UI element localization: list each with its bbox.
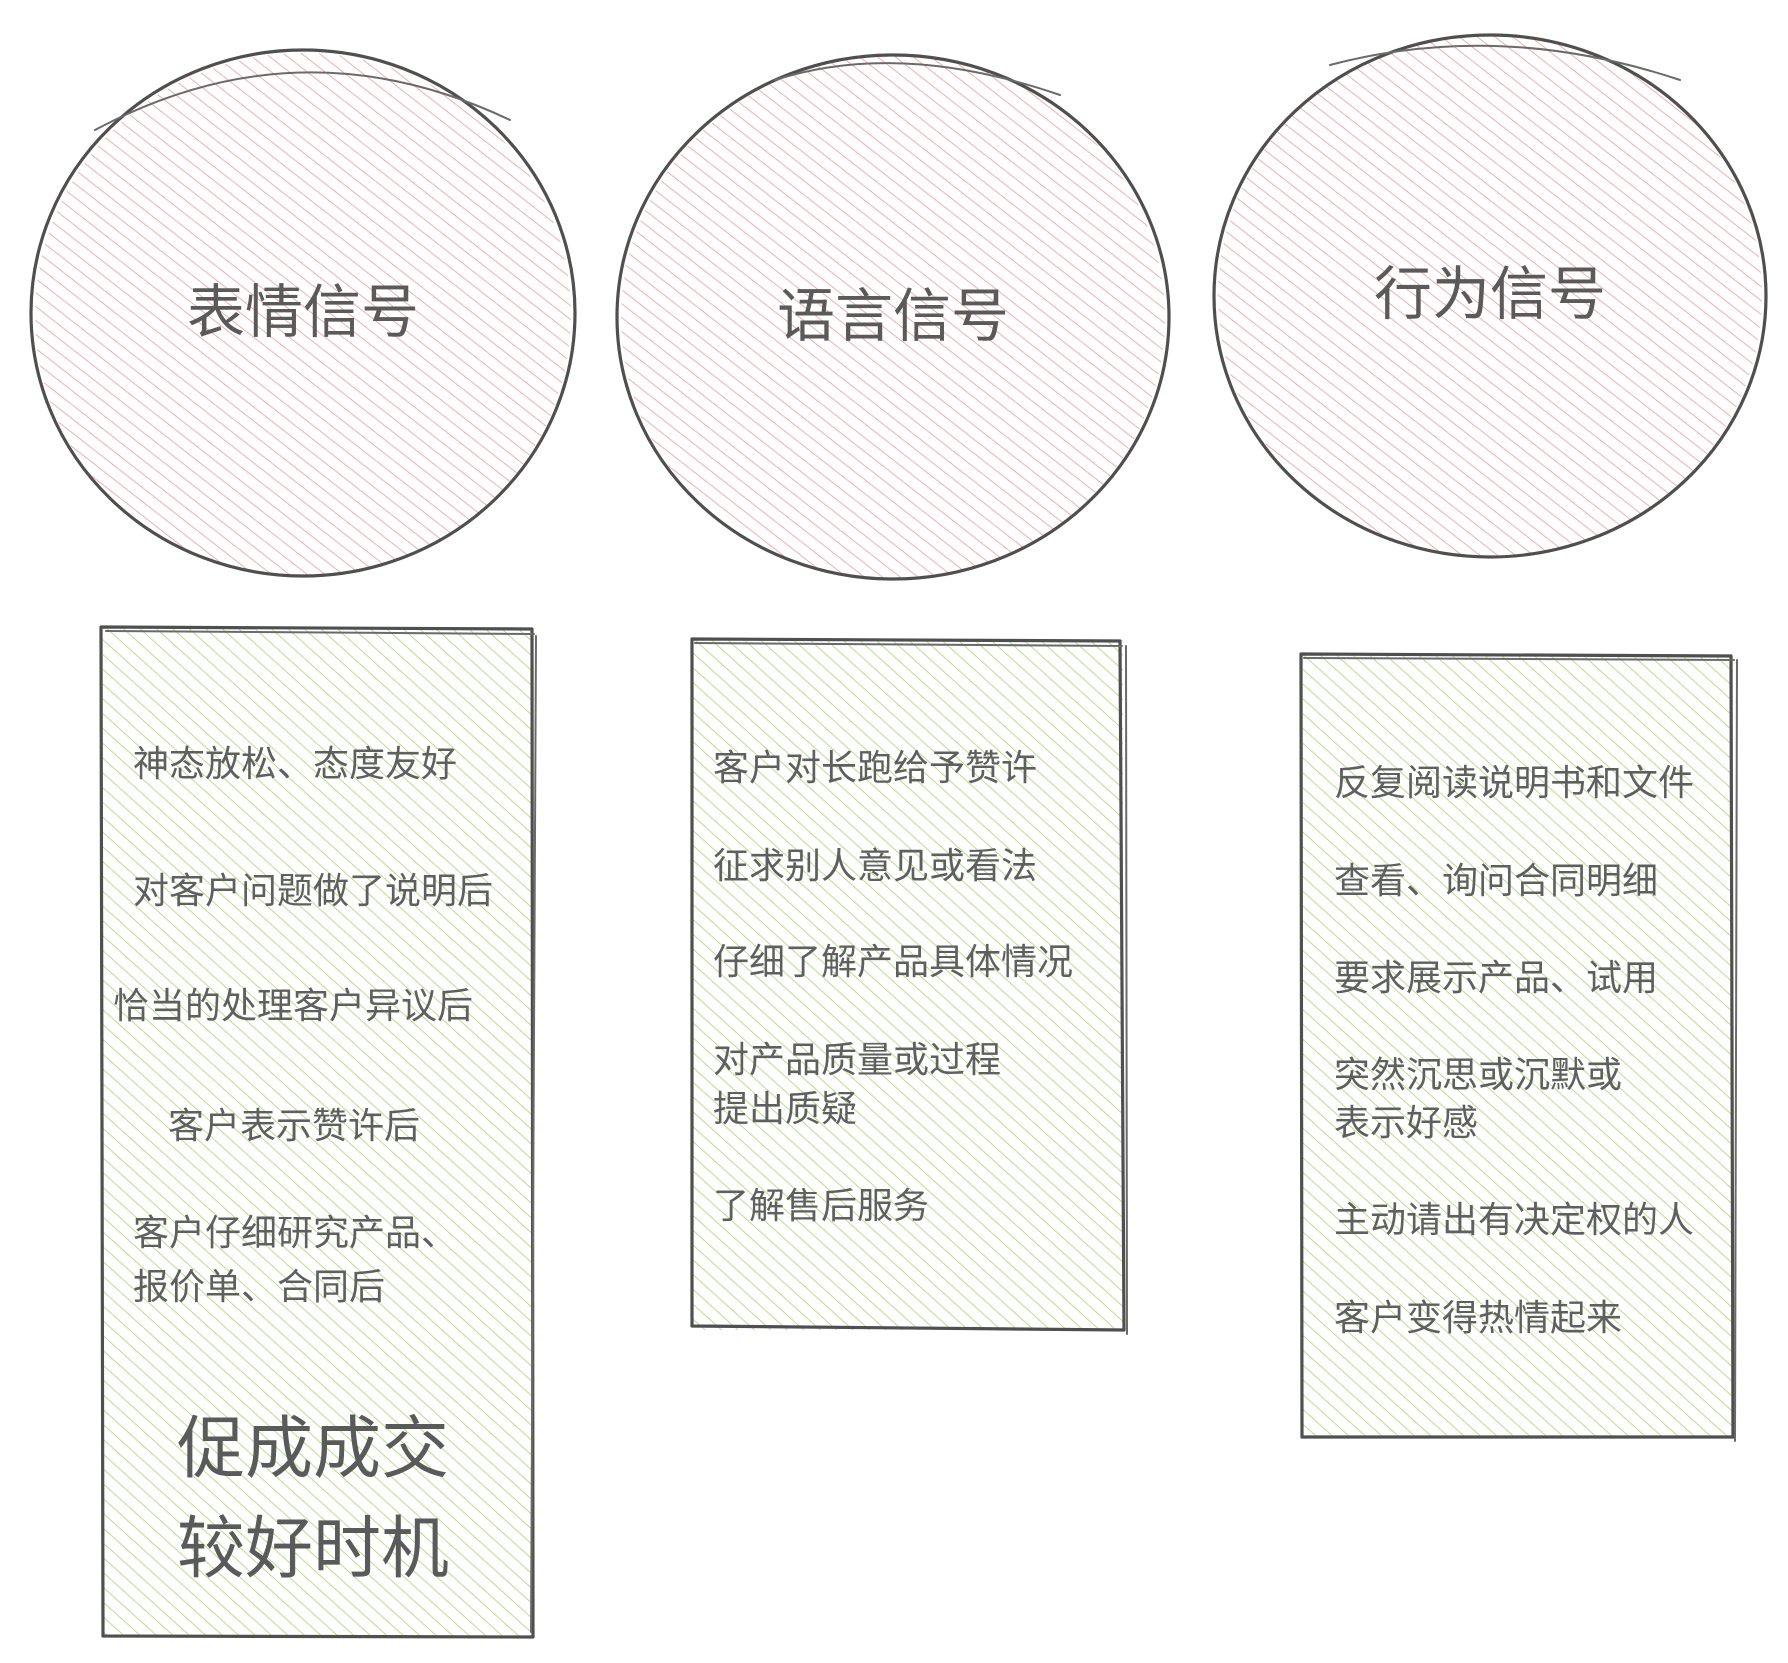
behavior-signal-title: 行为信号 [1374, 260, 1606, 328]
box3-item-5: 表示好感 [1334, 1103, 1478, 1144]
language-signal-box: 客户对长跑给予赞许 征求别人意见或看法 仔细了解产品具体情况 对产品质量或过程 … [690, 637, 1128, 1335]
expression-signal-box: 神态放松、态度友好 对客户问题做了说明后 恰当的处理客户异议后 客户表示赞许后 … [99, 625, 537, 1639]
box3-item-7: 客户变得热情起来 [1334, 1298, 1622, 1339]
box3-item-1: 反复阅读说明书和文件 [1334, 763, 1694, 804]
box2-item-1: 客户对长跑给予赞许 [713, 748, 1037, 789]
box2-item-6: 了解售后服务 [713, 1186, 929, 1227]
box1-item-5: 客户仔细研究产品、 [133, 1213, 457, 1254]
box1-item-3: 恰当的处理客户异议后 [113, 986, 473, 1027]
box1-item-4: 客户表示赞许后 [168, 1106, 420, 1147]
box1-conclusion-line-2: 较好时机 [177, 1510, 449, 1589]
box3-item-2: 查看、询问合同明细 [1334, 861, 1658, 902]
expression-signal-circle: 表情信号 [29, 48, 577, 578]
expression-signal-title: 表情信号 [187, 278, 419, 346]
behavior-signal-box: 反复阅读说明书和文件 查看、询问合同明细 要求展示产品、试用 突然沉思或沉默或 … [1299, 652, 1738, 1442]
box1-item-2: 对客户问题做了说明后 [133, 871, 493, 912]
behavior-signal-circle: 行为信号 [1212, 33, 1768, 559]
box2-item-4: 对产品质量或过程 [713, 1040, 1001, 1081]
language-signal-title: 语言信号 [777, 282, 1009, 350]
language-signal-circle: 语言信号 [615, 53, 1171, 581]
box2-item-5: 提出质疑 [713, 1089, 857, 1130]
box2-item-3: 仔细了解产品具体情况 [713, 942, 1073, 983]
box1-conclusion-line-1: 促成成交 [177, 1410, 449, 1489]
box3-item-4: 突然沉思或沉默或 [1334, 1055, 1622, 1096]
box3-item-6: 主动请出有决定权的人 [1334, 1200, 1694, 1241]
box3-item-3: 要求展示产品、试用 [1334, 958, 1658, 999]
box1-item-6: 报价单、合同后 [133, 1267, 385, 1308]
signals-diagram: 表情信号 语言信号 行为信号 神态放松、态度友好 对客户问题做了说明后 恰当的处… [29, 33, 1768, 1639]
box1-item-1: 神态放松、态度友好 [133, 744, 457, 785]
box2-item-2: 征求别人意见或看法 [713, 846, 1037, 887]
